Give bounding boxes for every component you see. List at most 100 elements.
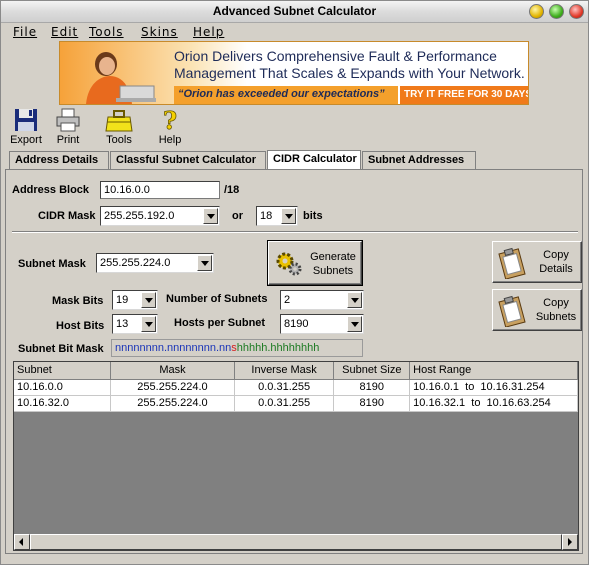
chevron-down-icon[interactable] bbox=[141, 316, 156, 332]
menu-skins[interactable]: Skins bbox=[141, 25, 178, 39]
menu-file[interactable]: File bbox=[13, 25, 37, 39]
subnet-mask-select[interactable]: 255.255.224.0 bbox=[96, 253, 214, 273]
subnet-table-grid: Subnet Mask Inverse Mask Subnet Size Hos… bbox=[14, 362, 578, 412]
subnet-mask-label: Subnet Mask bbox=[18, 258, 86, 270]
printer-icon bbox=[56, 108, 80, 132]
bitmask-host-bits: hhhhh.hhhhhhhh bbox=[236, 342, 320, 354]
cell-subnet-size: 8190 bbox=[333, 395, 411, 412]
person-laptop-image bbox=[86, 52, 156, 104]
horizontal-scrollbar[interactable] bbox=[14, 534, 578, 550]
chevron-down-icon[interactable] bbox=[141, 292, 156, 308]
menu-help[interactable]: Help bbox=[193, 25, 224, 39]
number-of-subnets-value: 2 bbox=[284, 294, 291, 306]
mask-bits-label: Mask Bits bbox=[52, 295, 104, 307]
hosts-per-subnet-select[interactable]: 8190 bbox=[280, 314, 364, 334]
subnet-bit-mask-label: Subnet Bit Mask bbox=[18, 343, 104, 355]
number-of-subnets-label: Number of Subnets bbox=[166, 293, 268, 305]
export-button[interactable]: Export bbox=[9, 107, 43, 146]
advertisement-banner[interactable]: Orion Delivers Comprehensive Fault & Per… bbox=[59, 41, 529, 105]
cidr-mask-label: CIDR Mask bbox=[38, 210, 96, 222]
window-title: Advanced Subnet Calculator bbox=[212, 4, 377, 18]
column-header-host-range[interactable]: Host Range bbox=[409, 362, 578, 380]
address-block-input[interactable]: 10.16.0.0 bbox=[100, 181, 220, 199]
mask-bits-select[interactable]: 19 bbox=[112, 290, 158, 310]
column-header-subnet-size[interactable]: Subnet Size bbox=[333, 362, 411, 380]
tools-label: Tools bbox=[106, 134, 132, 146]
clipboard-icon bbox=[498, 295, 526, 327]
help-label: Help bbox=[158, 134, 182, 146]
app-window: Advanced Subnet Calculator File Edit Too… bbox=[0, 0, 589, 565]
mask-bits-value: 19 bbox=[116, 294, 129, 306]
cell-mask: 255.255.224.0 bbox=[110, 379, 235, 396]
column-header-mask[interactable]: Mask bbox=[110, 362, 235, 380]
hosts-per-subnet-value: 8190 bbox=[284, 318, 309, 330]
banner-line-2: Management That Scales & Expands with Yo… bbox=[174, 65, 525, 81]
scrollbar-thumb[interactable] bbox=[30, 534, 562, 550]
generate-label-1: Generate bbox=[310, 251, 356, 263]
menu-tools[interactable]: Tools bbox=[89, 25, 124, 39]
copy-subnets-label-2: Subnets bbox=[535, 311, 577, 323]
copy-subnets-button[interactable]: Copy Subnets bbox=[492, 289, 582, 331]
chevron-down-icon[interactable] bbox=[203, 208, 218, 224]
cell-host-range: 10.16.0.1 to 10.16.31.254 bbox=[409, 379, 578, 396]
table-row[interactable]: 10.16.0.0 255.255.224.0 0.0.31.255 8190 … bbox=[14, 379, 578, 396]
table-header-row: Subnet Mask Inverse Mask Subnet Size Hos… bbox=[14, 362, 578, 380]
cell-subnet-size: 8190 bbox=[333, 379, 411, 396]
clipboard-icon bbox=[498, 247, 526, 279]
cidr-bits-select[interactable]: 18 bbox=[256, 206, 298, 226]
generate-subnets-button[interactable]: Generate Subnets bbox=[267, 240, 363, 286]
cidr-calculator-panel: Address Block 10.16.0.0 /18 CIDR Mask 25… bbox=[5, 169, 583, 554]
subnet-mask-value: 255.255.224.0 bbox=[100, 257, 171, 269]
cidr-bits-value: 18 bbox=[260, 210, 273, 222]
menu-edit[interactable]: Edit bbox=[51, 25, 78, 39]
toolbox-icon bbox=[105, 110, 133, 132]
copy-details-label-2: Details bbox=[539, 263, 573, 275]
number-of-subnets-select[interactable]: 2 bbox=[280, 290, 364, 310]
chevron-down-icon[interactable] bbox=[347, 316, 362, 332]
column-header-subnet[interactable]: Subnet bbox=[14, 362, 112, 380]
maximize-button[interactable] bbox=[549, 4, 564, 19]
banner-quote: “Orion has exceeded our expectations” bbox=[174, 86, 398, 104]
cell-subnet: 10.16.32.0 bbox=[14, 395, 112, 412]
table-row[interactable]: 10.16.32.0 255.255.224.0 0.0.31.255 8190… bbox=[14, 395, 578, 412]
banner-line-1: Orion Delivers Comprehensive Fault & Per… bbox=[174, 48, 497, 64]
host-bits-value: 13 bbox=[116, 318, 129, 330]
scroll-right-icon[interactable] bbox=[562, 534, 578, 550]
floppy-disk-icon bbox=[15, 109, 37, 131]
tab-subnet-addresses[interactable]: Subnet Addresses bbox=[362, 151, 476, 170]
cell-host-range: 10.16.32.1 to 10.16.63.254 bbox=[409, 395, 578, 412]
column-header-inverse-mask[interactable]: Inverse Mask bbox=[234, 362, 335, 380]
subnet-table[interactable]: Subnet Mask Inverse Mask Subnet Size Hos… bbox=[13, 361, 579, 551]
bitmask-network-bits: nnnnnnnn.nnnnnnnn.nn bbox=[115, 342, 232, 354]
scroll-left-icon[interactable] bbox=[14, 534, 30, 550]
chevron-down-icon[interactable] bbox=[347, 292, 362, 308]
minimize-button[interactable] bbox=[529, 4, 544, 19]
tab-classful-subnet-calculator[interactable]: Classful Subnet Calculator bbox=[110, 151, 266, 170]
help-button[interactable]: ? Help bbox=[155, 107, 185, 146]
print-button[interactable]: Print bbox=[53, 107, 83, 146]
cell-inverse-mask: 0.0.31.255 bbox=[234, 395, 335, 412]
title-bar[interactable]: Advanced Subnet Calculator bbox=[1, 1, 588, 23]
hosts-per-subnet-label: Hosts per Subnet bbox=[174, 317, 266, 329]
tab-address-details[interactable]: Address Details bbox=[9, 151, 109, 170]
tools-button[interactable]: Tools bbox=[101, 107, 137, 146]
close-button[interactable] bbox=[569, 4, 584, 19]
cell-subnet: 10.16.0.0 bbox=[14, 379, 112, 396]
gears-icon bbox=[276, 252, 302, 276]
toolbar: Export Print Tools ? Help bbox=[1, 107, 588, 147]
cidr-mask-select[interactable]: 255.255.192.0 bbox=[100, 206, 220, 226]
banner-cta-button[interactable]: TRY IT FREE FOR 30 DAYS » bbox=[400, 86, 528, 104]
question-mark-icon: ? bbox=[163, 107, 178, 133]
subnet-bit-mask-display: nnnnnnnn.nnnnnnnn.nnshhhhh.hhhhhhhh bbox=[111, 339, 363, 357]
chevron-down-icon[interactable] bbox=[197, 255, 212, 271]
host-bits-label: Host Bits bbox=[56, 320, 105, 332]
tab-cidr-calculator[interactable]: CIDR Calculator bbox=[267, 150, 361, 170]
address-block-prefix: /18 bbox=[224, 184, 240, 196]
address-block-label: Address Block bbox=[12, 184, 90, 196]
export-label: Export bbox=[10, 134, 42, 146]
chevron-down-icon[interactable] bbox=[281, 208, 296, 224]
svg-text:?: ? bbox=[163, 107, 177, 133]
host-bits-select[interactable]: 13 bbox=[112, 314, 158, 334]
copy-details-button[interactable]: Copy Details bbox=[492, 241, 582, 283]
cidr-mask-value: 255.255.192.0 bbox=[104, 210, 175, 222]
